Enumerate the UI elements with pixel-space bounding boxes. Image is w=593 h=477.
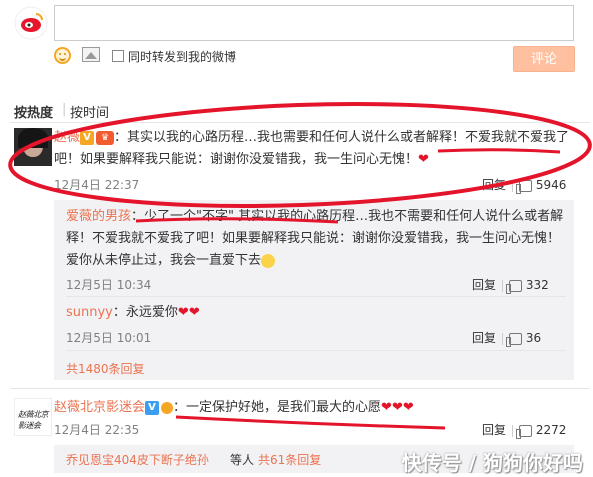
comment-actions: 回复 2272 xyxy=(482,421,567,439)
reply-author[interactable]: sunnyy xyxy=(66,305,113,320)
verified-badge-icon: V xyxy=(145,400,160,415)
reply-text: ：少了一个"不字" 其实以我的心路历程…我也不需要和任何人说什么或者解释！不爱我… xyxy=(66,209,564,268)
tab-separator: | xyxy=(62,102,67,117)
comment-text: ：其实以我的心路历程…我也需要和任何人说什么或者解释！不爱我就不爱我了吧！如果要… xyxy=(54,130,570,167)
reply-text: ：永远爱你 xyxy=(112,305,178,320)
reply-link[interactable]: 回复 xyxy=(472,278,496,292)
reply-link[interactable]: 回复 xyxy=(472,331,496,345)
heart-icon: ❤ xyxy=(381,400,392,415)
heart-icon: ❤ xyxy=(188,305,200,320)
reply-actions: 回复 332 xyxy=(472,276,549,294)
like-count: 36 xyxy=(525,331,542,345)
image-icon[interactable] xyxy=(82,47,100,62)
comment-author[interactable]: 赵薇北京影迷会 xyxy=(54,400,145,415)
like-icon[interactable] xyxy=(506,279,523,294)
like-icon[interactable] xyxy=(516,424,533,439)
like-count: 332 xyxy=(525,278,549,292)
reply-author[interactable]: 乔见恩宝404皮下断子绝孙 xyxy=(66,451,209,468)
emoji-icon[interactable] xyxy=(54,47,71,64)
user-avatar xyxy=(14,6,48,40)
heart-icon: ❤ xyxy=(391,400,403,415)
divider xyxy=(66,296,566,297)
reply-time: 12月5日 10:34 xyxy=(66,278,152,292)
like-icon[interactable] xyxy=(516,179,533,194)
like-count: 5946 xyxy=(535,178,567,192)
comment-actions: 回复 5946 xyxy=(482,176,567,194)
replies-box: 爱薇的男孩：少了一个"不字" 其实以我的心路历程…我也不需要和任何人说什么或者解… xyxy=(54,200,574,380)
avatar-text: 赵薇北京影迷会 xyxy=(18,410,49,430)
comment-author[interactable]: 赵薇 xyxy=(54,130,80,145)
more-replies-link[interactable]: 共61条回复 xyxy=(258,451,321,468)
divider xyxy=(10,388,590,389)
smile-emoji-icon xyxy=(261,253,276,268)
share-label: 同时转发到我的微博 xyxy=(128,50,237,64)
tab-sort-hot[interactable]: 按热度 xyxy=(14,102,53,121)
avatar[interactable] xyxy=(14,128,52,166)
reply-text: 等人 xyxy=(230,453,255,467)
reply-item: sunnyy：永远爱你❤❤ xyxy=(66,302,566,324)
heart-icon: ❤ xyxy=(418,152,429,167)
comment-input[interactable] xyxy=(54,5,574,41)
comment-button[interactable]: 评论 xyxy=(513,46,575,72)
like-icon[interactable] xyxy=(506,332,523,347)
avatar[interactable]: 赵薇北京影迷会 xyxy=(14,398,52,436)
reply-actions: 回复 36 xyxy=(472,329,542,347)
reply-link[interactable]: 回复 xyxy=(482,178,506,192)
action-divider xyxy=(512,179,514,192)
more-replies-link[interactable]: 共1480条回复 xyxy=(66,360,145,377)
reply-item: 爱薇的男孩：少了一个"不字" 其实以我的心路历程…我也不需要和任何人说什么或者解… xyxy=(66,206,566,272)
member-badge-icon: ♛ xyxy=(96,130,115,145)
comment-time: 12月4日 22:35 xyxy=(54,423,140,437)
weibo-logo-icon xyxy=(14,6,48,40)
divider xyxy=(66,350,566,351)
like-count: 2272 xyxy=(535,423,567,437)
heart-icon: ❤ xyxy=(402,400,414,415)
comment-body: 赵薇北京影迷会 V ：一定保护好她，是我们最大的心愿❤❤❤ xyxy=(54,397,574,419)
reply-author[interactable]: 爱薇的男孩 xyxy=(66,209,131,224)
action-divider xyxy=(512,424,514,437)
member-badge-icon xyxy=(161,401,174,414)
reply-time: 12月5日 10:01 xyxy=(66,331,152,345)
reply-link[interactable]: 回复 xyxy=(482,423,506,437)
action-divider xyxy=(502,332,504,345)
action-divider xyxy=(502,279,504,292)
comment-text: ：一定保护好她，是我们最大的心愿 xyxy=(173,400,382,415)
comment-body: 赵薇 V ♛ ：其实以我的心路历程…我也需要和任何人说什么或者解释！不爱我就不爱我了吧… xyxy=(54,127,574,171)
watermark: 快传号 / 狗狗你好吗 xyxy=(401,451,583,475)
divider xyxy=(10,122,590,123)
heart-icon: ❤ xyxy=(177,305,189,320)
comment-time: 12月4日 22:37 xyxy=(54,178,140,192)
share-checkbox[interactable] xyxy=(112,50,124,62)
tab-sort-time[interactable]: 按时间 xyxy=(70,102,109,121)
verified-badge-icon: V xyxy=(80,130,95,145)
